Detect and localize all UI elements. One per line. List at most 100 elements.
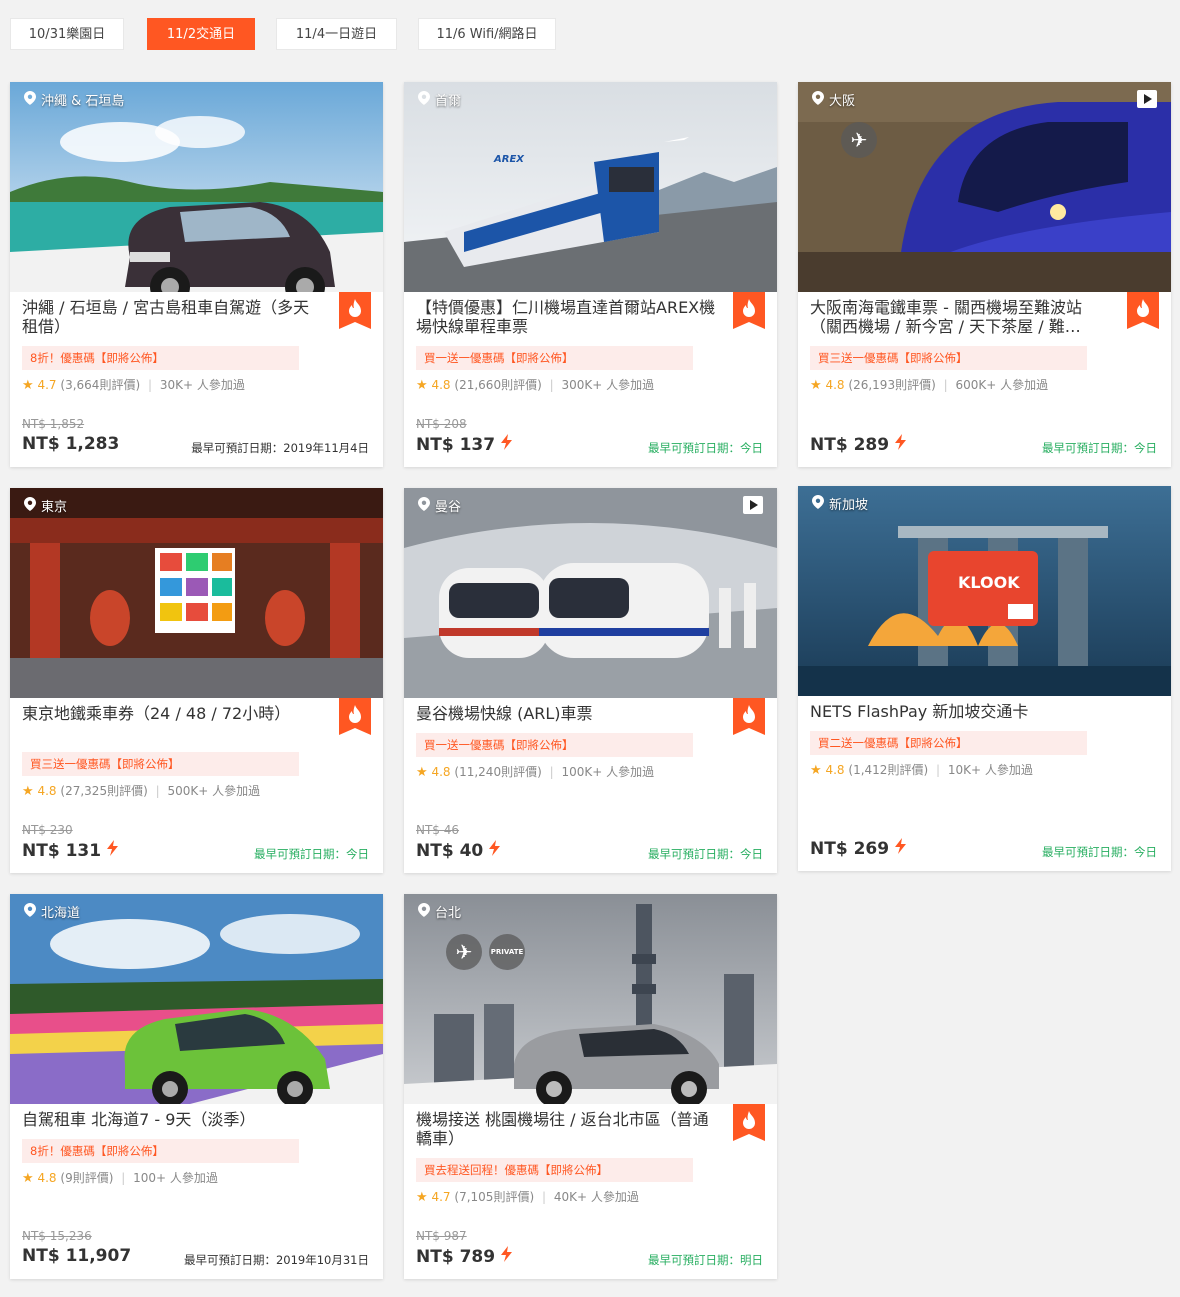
divider: | xyxy=(541,1190,546,1204)
location-label: 大阪 xyxy=(829,94,856,109)
instant-confirm-bolt-icon xyxy=(895,434,907,455)
sale-price: NT$ 131 xyxy=(22,840,119,861)
review-count: (1,412則評價) xyxy=(848,763,929,777)
tab-11-4[interactable]: 11/4一日遊日 xyxy=(276,18,397,50)
location-label: 台北 xyxy=(435,906,462,921)
product-title[interactable]: NETS FlashPay 新加坡交通卡 xyxy=(810,702,1110,721)
price-value: NT$ 11,907 xyxy=(22,1246,132,1266)
instant-confirm-bolt-icon xyxy=(895,838,907,859)
tab-11-2[interactable]: 11/2交通日 xyxy=(147,18,255,50)
location-tag: 沖繩 & 石垣島 xyxy=(24,90,124,109)
private-car-icon: PRIVATE xyxy=(489,934,525,970)
product-image xyxy=(404,894,777,1104)
product-card[interactable]: 沖繩 & 石垣島 沖繩 / 石垣島 / 宮古島租車自駕遊（多天租借） 8折！優惠… xyxy=(10,82,383,467)
hot-flame-icon xyxy=(1127,292,1159,329)
product-card[interactable]: AREX 首爾 【特價優惠】仁川機場直達首爾站AREX機場快線單程車票 買一送一… xyxy=(404,82,777,467)
product-title[interactable]: 自駕租車 北海道7 - 9天（淡季） xyxy=(22,1110,322,1129)
participant-count: 500K+ 人參加過 xyxy=(167,784,261,798)
divider: | xyxy=(549,765,554,779)
divider: | xyxy=(121,1171,126,1185)
location-label: 北海道 xyxy=(41,906,81,921)
location-pin-icon xyxy=(418,902,430,921)
participant-count: 100+ 人參加過 xyxy=(133,1171,218,1185)
star-icon: ★ xyxy=(810,378,822,393)
location-pin-icon xyxy=(812,90,824,109)
price-value: NT$ 137 xyxy=(416,434,496,455)
location-label: 曼谷 xyxy=(435,500,462,515)
divider: | xyxy=(155,784,160,798)
original-price: NT$ 987 xyxy=(416,1229,467,1243)
location-tag: 北海道 xyxy=(24,902,80,921)
hot-flame-icon xyxy=(339,698,371,735)
hot-flame-icon xyxy=(733,292,765,329)
location-tag: 台北 xyxy=(418,902,461,921)
participant-count: 40K+ 人參加過 xyxy=(553,1190,639,1204)
review-count: (27,325則評價) xyxy=(60,784,148,798)
video-play-icon[interactable] xyxy=(1137,90,1157,108)
participant-count: 100K+ 人參加過 xyxy=(561,765,655,779)
rating-row: ★ 4.8 (1,412則評價) | 10K+ 人參加過 xyxy=(810,761,1033,778)
video-play-icon[interactable] xyxy=(743,496,763,514)
star-icon: ★ xyxy=(22,378,34,393)
product-title[interactable]: 機場接送 桃園機場往 / 返台北市區（普通轎車） xyxy=(416,1110,716,1148)
location-pin-icon xyxy=(24,496,36,515)
location-pin-icon xyxy=(24,90,36,109)
star-icon: ★ xyxy=(416,1190,428,1205)
product-image xyxy=(10,82,383,292)
earliest-booking-date: 最早可預訂日期：明日 xyxy=(648,1253,763,1267)
earliest-booking-date: 最早可預訂日期：今日 xyxy=(1042,845,1157,859)
price-value: NT$ 1,283 xyxy=(22,434,120,454)
earliest-booking-date: 最早可預訂日期：今日 xyxy=(648,847,763,861)
rating-row: ★ 4.8 (9則評價) | 100+ 人參加過 xyxy=(22,1169,218,1186)
product-title[interactable]: 大阪南海電鐵車票 - 關西機場至難波站（關西機場 / 新今宮 / 天下茶屋 / … xyxy=(810,298,1110,336)
promo-code-tag: 買去程送回程！優惠碼【即將公佈】 xyxy=(416,1158,693,1182)
product-title[interactable]: 沖繩 / 石垣島 / 宮古島租車自駕遊（多天租借） xyxy=(22,298,322,336)
original-price: NT$ 208 xyxy=(416,417,467,431)
tab-11-6[interactable]: 11/6 Wifi/網路日 xyxy=(418,18,556,50)
rating-row: ★ 4.8 (11,240則評價) | 100K+ 人參加過 xyxy=(416,763,654,780)
product-card[interactable]: 東京 東京地鐵乘車券（24 / 48 / 72小時） 買三送一優惠碼【即將公佈】… xyxy=(10,488,383,873)
promo-code-tag: 8折！優惠碼【即將公佈】 xyxy=(22,1139,299,1163)
sale-price: NT$ 11,907 xyxy=(22,1246,131,1266)
original-price: NT$ 46 xyxy=(416,823,460,837)
divider: | xyxy=(549,378,554,392)
location-pin-icon xyxy=(418,496,430,515)
star-icon: ★ xyxy=(416,765,428,780)
review-count: (26,193則評價) xyxy=(848,378,936,392)
promo-code-tag: 8折！優惠碼【即將公佈】 xyxy=(22,346,299,370)
price-value: NT$ 289 xyxy=(810,434,890,455)
hot-flame-icon xyxy=(339,292,371,329)
product-title[interactable]: 曼谷機場快線 (ARL)車票 xyxy=(416,704,716,723)
earliest-booking-date: 最早可預訂日期：今日 xyxy=(254,847,369,861)
location-tag: 新加坡 xyxy=(812,494,868,513)
product-image xyxy=(10,488,383,698)
product-title[interactable]: 【特價優惠】仁川機場直達首爾站AREX機場快線單程車票 xyxy=(416,298,716,336)
product-card[interactable]: 北海道 自駕租車 北海道7 - 9天（淡季） 8折！優惠碼【即將公佈】 ★ 4.… xyxy=(10,894,383,1279)
divider: | xyxy=(935,763,940,777)
earliest-booking-date: 最早可預訂日期：2019年11月4日 xyxy=(191,441,369,455)
rating-score: 4.8 xyxy=(431,765,451,779)
location-tag: 曼谷 xyxy=(418,496,461,515)
rating-score: 4.8 xyxy=(431,378,451,392)
rating-row: ★ 4.8 (21,660則評價) | 300K+ 人參加過 xyxy=(416,376,654,393)
airplane-icon: ✈ xyxy=(446,934,482,970)
product-card[interactable]: 台北 ✈ PRIVATE 機場接送 桃園機場往 / 返台北市區（普通轎車） 買去… xyxy=(404,894,777,1279)
instant-confirm-bolt-icon xyxy=(107,840,119,861)
price-value: NT$ 789 xyxy=(416,1246,496,1267)
product-card[interactable]: 曼谷 曼谷機場快線 (ARL)車票 買一送一優惠碼【即將公佈】 ★ 4.8 (1… xyxy=(404,488,777,873)
star-icon: ★ xyxy=(22,1171,34,1186)
sale-price: NT$ 137 xyxy=(416,434,513,455)
original-price: NT$ 230 xyxy=(22,823,73,837)
product-card[interactable]: 大阪 ✈ 大阪南海電鐵車票 - 關西機場至難波站（關西機場 / 新今宮 / 天下… xyxy=(798,82,1171,467)
promo-code-tag: 買三送一優惠碼【即將公佈】 xyxy=(810,346,1087,370)
product-card[interactable]: KLOOK 新加坡 NETS FlashPay 新加坡交通卡 買二送一優惠碼【即… xyxy=(798,486,1171,871)
product-title[interactable]: 東京地鐵乘車券（24 / 48 / 72小時） xyxy=(22,704,322,723)
rating-row: ★ 4.7 (3,664則評價) | 30K+ 人參加過 xyxy=(22,376,245,393)
tab-10-31[interactable]: 10/31樂園日 xyxy=(10,18,124,50)
rating-score: 4.8 xyxy=(37,784,57,798)
price-value: NT$ 40 xyxy=(416,840,484,861)
location-label: 沖繩 & 石垣島 xyxy=(41,94,125,109)
product-image: AREX xyxy=(404,82,777,292)
review-count: (11,240則評價) xyxy=(454,765,542,779)
product-image xyxy=(798,82,1171,292)
